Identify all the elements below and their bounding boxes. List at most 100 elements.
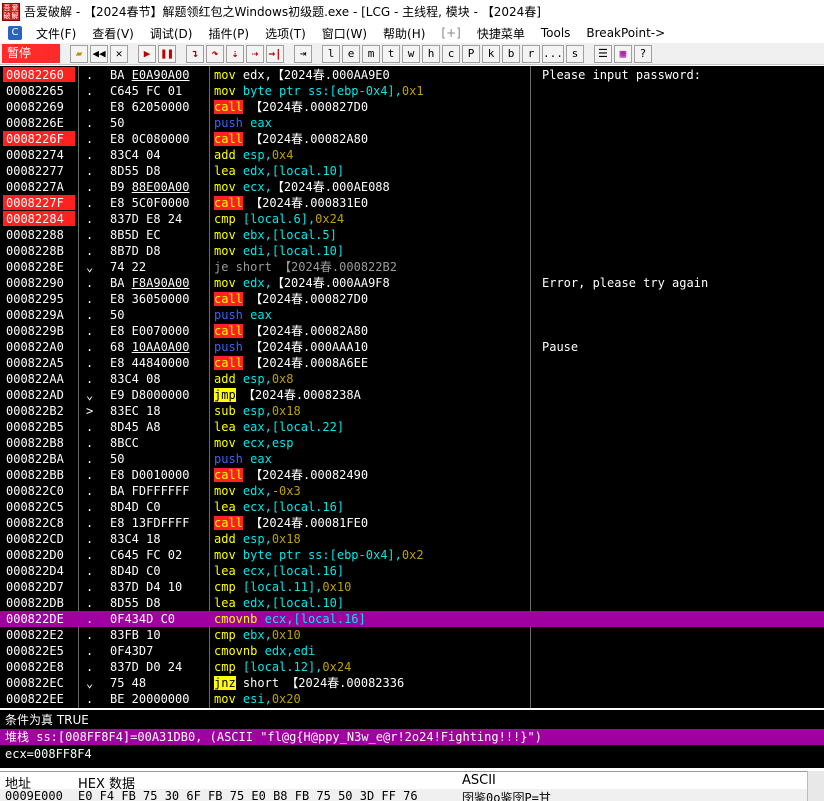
- step-over-icon[interactable]: ↷: [206, 44, 224, 63]
- row-mnemonic: cmp: [214, 660, 236, 674]
- toolbar-r[interactable]: r: [522, 44, 540, 63]
- dump-scrollbar[interactable]: [807, 771, 824, 801]
- disasm-row[interactable]: 0008228B. 8B7D D8 mov edi,[local.10]: [0, 243, 824, 259]
- row-address: 000822B8: [6, 436, 64, 450]
- disasm-row[interactable]: 000822CD. 83C4 18 add esp,0x18: [0, 531, 824, 547]
- toolbar-s[interactable]: s: [565, 44, 584, 63]
- toolbar-e[interactable]: e: [342, 44, 360, 63]
- disasm-row[interactable]: 000822BA. 50 push eax: [0, 451, 824, 467]
- plugin-icon[interactable]: ▦: [613, 44, 632, 63]
- disasm-row[interactable]: 00082277. 8D55 D8 lea edx,[local.10]: [0, 163, 824, 179]
- disasm-row[interactable]: 000822B2 >83EC 18 sub esp,0x18: [0, 403, 824, 419]
- disasm-row[interactable]: 0008227A. B9 88E00A00 mov ecx,【2024春.000AE…: [0, 179, 824, 195]
- open-folder-icon[interactable]: ▰: [70, 44, 88, 63]
- disasm-row[interactable]: 000822D0. C645 FC 02 mov byte ptr ss:[ebp-…: [0, 547, 824, 563]
- dump-row[interactable]: 0009E000 E0 F4 FB 75 30 6F FB 75 E0 B8 F…: [0, 789, 824, 801]
- row-address: 0008228E: [6, 260, 64, 274]
- disasm-row[interactable]: 000822DB. 8D55 D8 lea edx,[local.10]: [0, 595, 824, 611]
- rewind-icon[interactable]: ◀◀: [90, 44, 108, 63]
- disasm-row[interactable]: 000822BB. E8 D0010000 call 【2024春.00082490: [0, 467, 824, 483]
- disasm-row[interactable]: 00082288. 8B5D EC mov ebx,[local.5]: [0, 227, 824, 243]
- menu-shortcut[interactable]: 快捷菜单: [469, 25, 533, 42]
- dump-col-ascii[interactable]: ASCII: [462, 773, 496, 788]
- help-icon[interactable]: ?: [633, 44, 652, 63]
- disasm-row[interactable]: 00082265. C645 FC 01 mov byte ptr ss:[ebp-…: [0, 83, 824, 99]
- disasm-row[interactable]: 000822DE. 0F434D C0 cmovnb ecx,[local.16]: [0, 611, 824, 627]
- menu-window[interactable]: 窗口(W): [314, 25, 375, 42]
- disasm-row[interactable]: 000822AD ⌄ E9 D8000000 jmp 【2024春.0008238A: [0, 387, 824, 403]
- toolbar-m[interactable]: m: [362, 44, 380, 63]
- system-menu-icon[interactable]: C: [8, 26, 22, 40]
- disasm-row[interactable]: 00082290. BA F8A90A00 mov edx,【2024春.000AA…: [0, 275, 824, 291]
- toolbar-c[interactable]: c: [442, 44, 460, 63]
- menu-options[interactable]: 选项(T): [257, 25, 314, 42]
- trace-into-icon[interactable]: ⇣: [226, 44, 244, 63]
- disasm-row[interactable]: 000822C0. BA FDFFFFFF mov edx,-0x3: [0, 483, 824, 499]
- row-instruction: jnz short 【2024春.00082336: [214, 675, 404, 691]
- toolbar-w[interactable]: w: [402, 44, 420, 63]
- disasm-row[interactable]: 000822EC ⌄ 75 48 jnz short 【2024春.00082336: [0, 675, 824, 691]
- disasm-row[interactable]: 0008228E ⌄ 74 22 je short 【2024春.000822B2: [0, 259, 824, 275]
- step-into-icon[interactable]: ↴: [186, 44, 204, 63]
- disasm-row[interactable]: 0008227F. E8 5C0F0000 call 【2024春.000831E0: [0, 195, 824, 211]
- disasm-row[interactable]: 00082274. 83C4 04 add esp,0x4: [0, 147, 824, 163]
- row-instruction: mov ecx,esp: [214, 435, 294, 451]
- toolbar-k[interactable]: k: [482, 44, 500, 63]
- toolbar-b[interactable]: b: [502, 44, 520, 63]
- toolbar-dots[interactable]: ...: [542, 44, 564, 63]
- row-marker: ⌄: [86, 388, 94, 402]
- disasm-row[interactable]: 000822E5. 0F43D7 cmovnb edx,edi: [0, 643, 824, 659]
- disasm-row[interactable]: 000822A5. E8 44840000 call 【2024春.0008A6EE: [0, 355, 824, 371]
- trace-over-icon[interactable]: ⇢: [246, 44, 264, 63]
- disasm-row[interactable]: 00082295. E8 36050000 call 【2024春.000827D0: [0, 291, 824, 307]
- disasm-row[interactable]: 000822D7. 837D D4 10 cmp [local.11],0x10: [0, 579, 824, 595]
- menu-file[interactable]: 文件(F): [28, 25, 84, 42]
- menu-debug[interactable]: 调试(D): [142, 25, 201, 42]
- row-hex: 83FB 10: [110, 628, 161, 642]
- menu-help[interactable]: 帮助(H): [375, 25, 433, 42]
- row-comment: Please input password:: [542, 68, 701, 82]
- disasm-row[interactable]: 0008226E. 50 push eax: [0, 115, 824, 131]
- menu-tools[interactable]: Tools: [533, 26, 579, 40]
- list-icon[interactable]: ☰: [593, 44, 612, 63]
- disasm-row[interactable]: 000822E8. 837D D0 24 cmp [local.12],0x24: [0, 659, 824, 675]
- disasm-row[interactable]: 00082284. 837D E8 24 cmp [local.6],0x24: [0, 211, 824, 227]
- window-title: 吾爱破解 - 【2024春节】解题领红包之Windows初级题.exe - [L…: [24, 5, 541, 19]
- disasm-row[interactable]: 000822EE. BE 20000000 mov esi,0x20: [0, 691, 824, 707]
- row-instruction: cmovnb edx,edi: [214, 643, 315, 659]
- row-instruction: cmp ebx,0x10: [214, 627, 301, 643]
- disasm-row[interactable]: 000822B8. 8BCC mov ecx,esp: [0, 435, 824, 451]
- menu-view[interactable]: 查看(V): [84, 25, 142, 42]
- row-instruction: mov edi,[local.10]: [214, 243, 344, 259]
- disasm-row[interactable]: 0008229A. 50 push eax: [0, 307, 824, 323]
- menu-breakpoint[interactable]: BreakPoint->: [578, 26, 673, 40]
- row-operand: 【2024春.000AA9E0: [271, 68, 390, 82]
- disasm-row[interactable]: 000822AA. 83C4 08 add esp,0x8: [0, 371, 824, 387]
- disasm-row[interactable]: 000822E2. 83FB 10 cmp ebx,0x10: [0, 627, 824, 643]
- close-icon[interactable]: ✕: [110, 44, 128, 63]
- row-mnemonic: je short: [214, 260, 272, 274]
- run-icon[interactable]: ▶: [138, 44, 156, 63]
- disasm-row[interactable]: 000822C5. 8D4D C0 lea ecx,[local.16]: [0, 499, 824, 515]
- goto-icon[interactable]: ⇥: [294, 44, 312, 63]
- disasm-row[interactable]: 0008229B. E8 E0070000 call 【2024春.00082A80: [0, 323, 824, 339]
- row-marker: .: [86, 308, 94, 322]
- toolbar-h[interactable]: h: [422, 44, 440, 63]
- execute-till-return-icon[interactable]: →|: [266, 44, 284, 63]
- row-operand: 0x1: [401, 84, 424, 98]
- menu-plugins[interactable]: 插件(P): [200, 25, 257, 42]
- disasm-row[interactable]: 0008226F. E8 0C080000 call 【2024春.00082A80: [0, 131, 824, 147]
- disasm-row[interactable]: 000822A0. 68 10AA0A00 push 【2024春.000AAA10…: [0, 339, 824, 355]
- disasm-row[interactable]: 00082269. E8 62050000 call 【2024春.000827D0: [0, 99, 824, 115]
- row-marker: .: [86, 372, 94, 386]
- disassembly-pane[interactable]: 00082260. BA E0A90A00 mov edx,【2024春.000AA…: [0, 66, 824, 708]
- disasm-row[interactable]: 000822D4. 8D4D C0 lea ecx,[local.16]: [0, 563, 824, 579]
- menu-plus[interactable]: [+]: [433, 26, 468, 40]
- toolbar-p[interactable]: P: [462, 44, 480, 63]
- disasm-row[interactable]: 000822C8. E8 13FDFFFF call 【2024春.00081FE0: [0, 515, 824, 531]
- pause-icon[interactable]: ❚❚: [158, 44, 176, 63]
- disasm-row[interactable]: 000822B5. 8D45 A8 lea eax,[local.22]: [0, 419, 824, 435]
- toolbar-l[interactable]: l: [322, 44, 340, 63]
- toolbar-t[interactable]: t: [382, 44, 400, 63]
- disasm-row[interactable]: 00082260. BA E0A90A00 mov edx,【2024春.000AA…: [0, 67, 824, 83]
